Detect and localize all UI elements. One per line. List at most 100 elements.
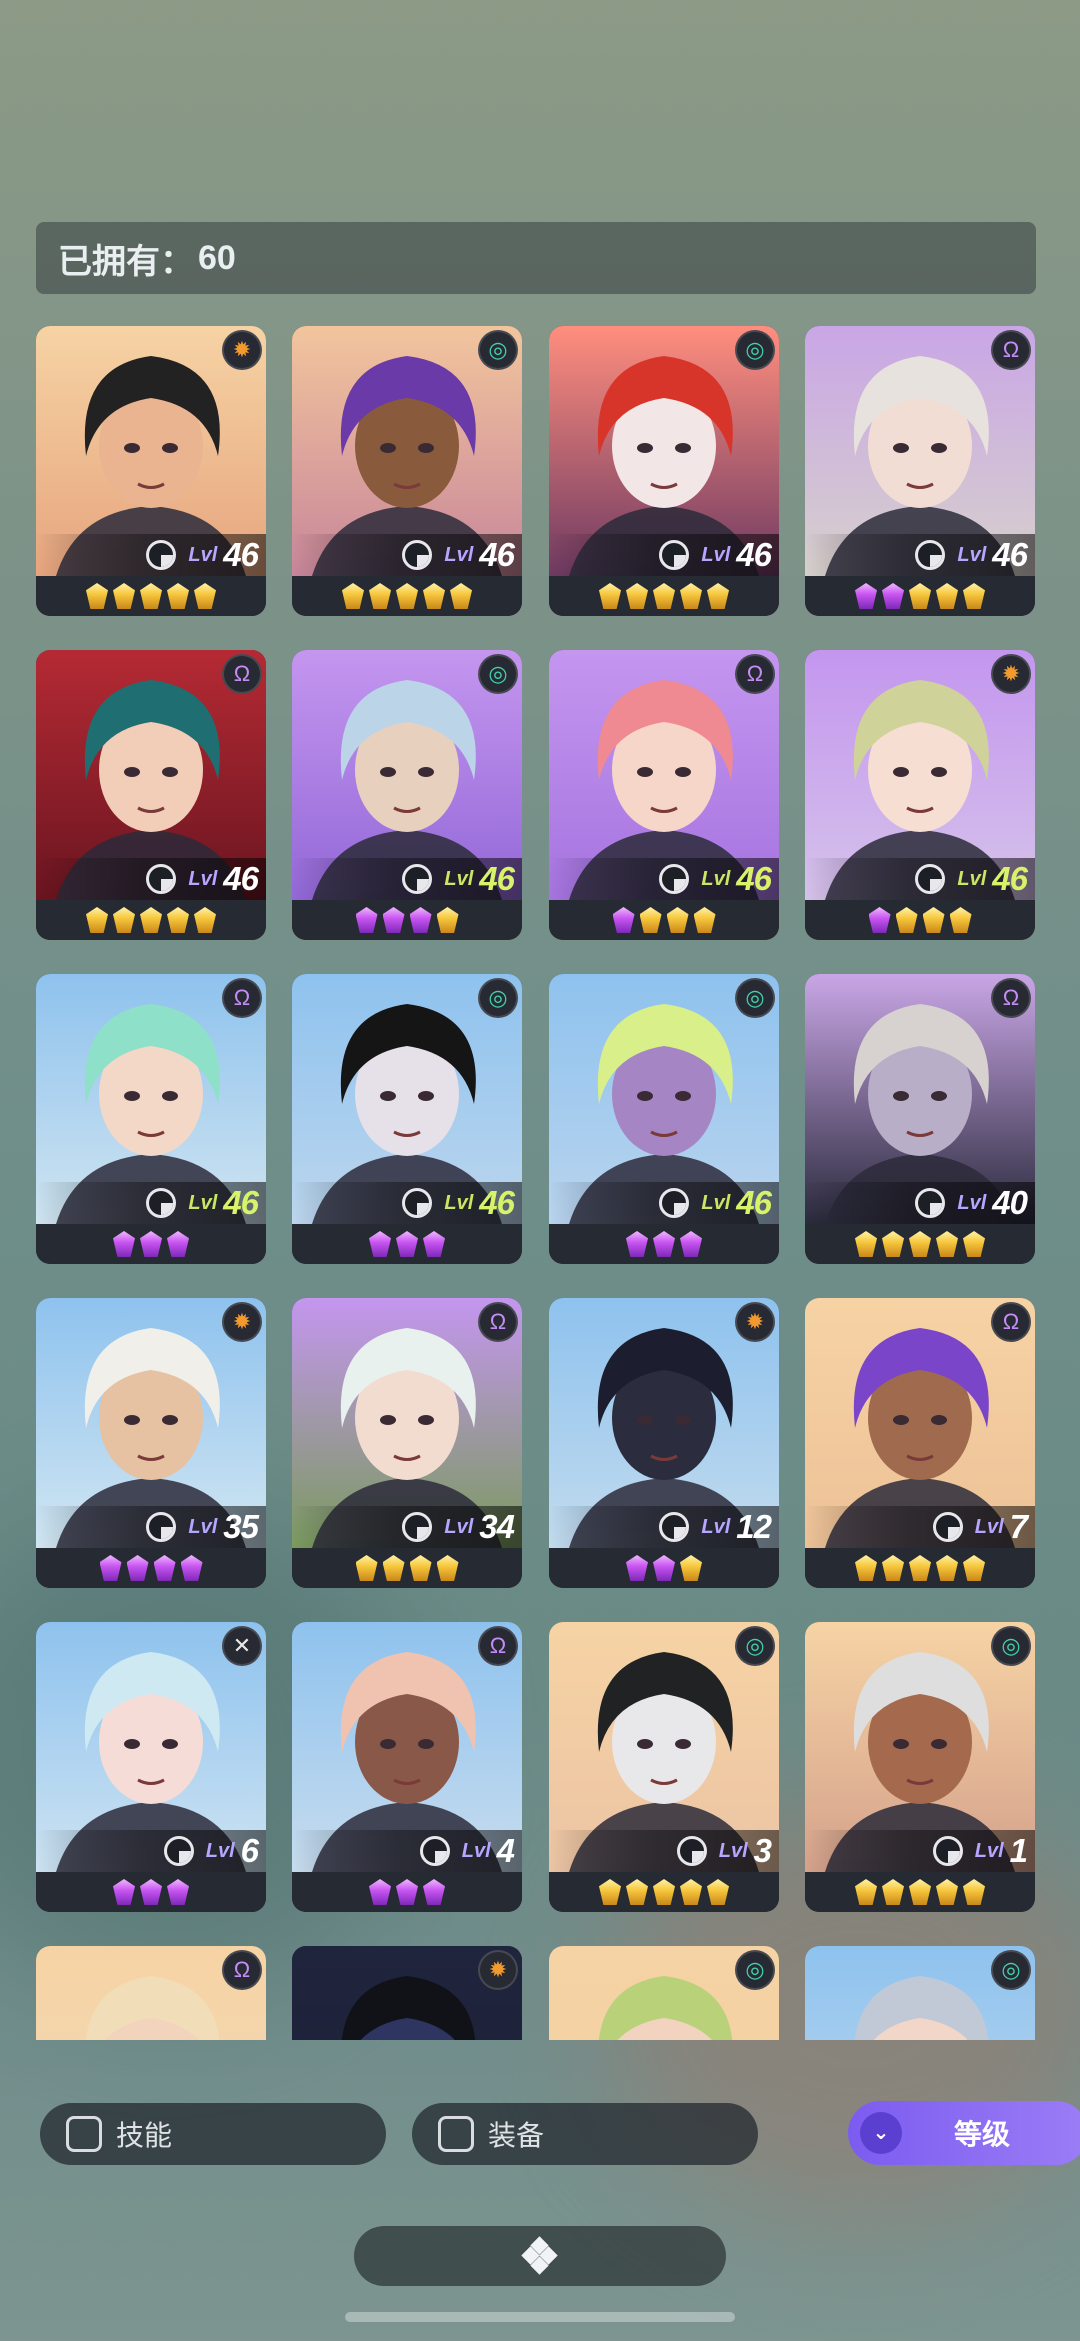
experience-pie-icon	[915, 864, 946, 894]
experience-pie-icon	[659, 1188, 690, 1218]
hero-card[interactable]: ◎ Lvl 46	[549, 974, 779, 1264]
gold-gem-icon	[707, 1879, 729, 1905]
equip-filter-label: 装备	[488, 2120, 545, 2151]
class-cross-icon: ✕	[222, 1626, 262, 1666]
class-sun-icon: ✹	[222, 330, 262, 370]
level-prefix: Lvl	[444, 867, 474, 890]
class-mystic-icon: Ω	[222, 654, 262, 694]
level-prefix: Lvl	[188, 1515, 218, 1538]
star-gem-row	[549, 576, 779, 616]
experience-pie-icon	[932, 1836, 963, 1866]
purple-gem-icon	[126, 1555, 149, 1581]
gold-gem-icon	[436, 1555, 459, 1581]
level-strip: Lvl 46	[549, 858, 779, 900]
star-gem-row	[805, 576, 1035, 616]
level-prefix: Lvl	[188, 1191, 218, 1214]
hero-card[interactable]: Ω Lvl 46	[36, 974, 266, 1264]
purple-gem-icon	[423, 1879, 445, 1905]
level-prefix: Lvl	[444, 1515, 474, 1538]
hero-card[interactable]: Ω Lvl 46	[549, 650, 779, 940]
hero-card[interactable]: Ω Lvl 4	[292, 1622, 522, 1912]
level-prefix: Lvl	[444, 543, 474, 566]
hero-card[interactable]: Ω	[36, 1946, 266, 2040]
experience-pie-icon	[146, 1188, 177, 1218]
level-number: 4	[496, 1832, 515, 1869]
gold-gem-icon	[653, 583, 675, 609]
gold-gem-icon	[369, 583, 391, 609]
hero-card[interactable]: ◎ Lvl 3	[549, 1622, 779, 1912]
star-gem-row	[292, 1872, 522, 1912]
hero-card[interactable]: ◎ Lvl 46	[292, 650, 522, 940]
gold-gem-icon	[436, 907, 459, 933]
hero-card[interactable]: Ω Lvl 46	[36, 650, 266, 940]
class-swirl-icon: ◎	[478, 654, 518, 694]
star-gem-row	[36, 1548, 266, 1588]
sort-by-level-button[interactable]: ⌄ 等级	[848, 2101, 1080, 2165]
purple-gem-icon	[653, 1231, 675, 1257]
level-strip: Lvl 6	[36, 1830, 266, 1872]
gold-gem-icon	[342, 583, 364, 609]
purple-gem-icon	[396, 1231, 418, 1257]
purple-gem-icon	[612, 907, 635, 933]
experience-pie-icon	[659, 864, 690, 894]
gold-gem-icon	[599, 583, 621, 609]
hero-card[interactable]: ◎	[805, 1946, 1035, 2040]
level-number: 46	[992, 536, 1028, 573]
purple-gem-icon	[180, 1555, 203, 1581]
experience-pie-icon	[915, 540, 946, 570]
hero-card[interactable]: ◎ Lvl 46	[292, 974, 522, 1264]
class-sun-icon: ✹	[991, 654, 1031, 694]
skill-checkbox[interactable]	[66, 2116, 102, 2152]
experience-pie-icon	[676, 1836, 707, 1866]
class-sun-icon: ✹	[478, 1950, 518, 1990]
hero-card[interactable]: ✹ Lvl 12	[549, 1298, 779, 1588]
level-strip: Lvl 46	[805, 534, 1035, 576]
skill-filter-label: 技能	[116, 2120, 173, 2151]
hero-card[interactable]: ✕ Lvl 6	[36, 1622, 266, 1912]
experience-pie-icon	[402, 864, 433, 894]
gold-gem-icon	[855, 1555, 877, 1581]
gold-gem-icon	[653, 1879, 675, 1905]
level-strip: Lvl 46	[805, 858, 1035, 900]
level-number: 3	[753, 1832, 772, 1869]
star-gem-row	[36, 900, 266, 940]
star-gem-row	[292, 576, 522, 616]
level-prefix: Lvl	[974, 1839, 1004, 1862]
hero-card[interactable]: ◎ Lvl 1	[805, 1622, 1035, 1912]
hero-card[interactable]: ✹	[292, 1946, 522, 2040]
hero-card[interactable]: Ω Lvl 40	[805, 974, 1035, 1264]
hero-grid[interactable]: ✹ Lvl 46 ◎ Lvl 46 ◎ Lvl 46 Ω Lvl 46 Ω Lvl 46 ◎ Lvl 46 Ω Lvl…	[36, 326, 1036, 2040]
gold-gem-icon	[626, 583, 648, 609]
skill-filter-toggle[interactable]: 技能	[40, 2103, 386, 2165]
equip-checkbox[interactable]	[438, 2116, 474, 2152]
star-gem-row	[805, 1548, 1035, 1588]
collapse-menu-button[interactable]	[354, 2226, 726, 2286]
star-gem-row	[292, 1224, 522, 1264]
gold-gem-icon	[909, 1555, 931, 1581]
hero-card[interactable]: Ω Lvl 46	[805, 326, 1035, 616]
experience-pie-icon	[659, 1512, 690, 1542]
hero-card[interactable]: ✹ Lvl 35	[36, 1298, 266, 1588]
class-sun-icon: ✹	[222, 1302, 262, 1342]
gold-gem-icon	[922, 907, 945, 933]
hero-card[interactable]: ◎ Lvl 46	[549, 326, 779, 616]
level-number: 34	[479, 1508, 515, 1545]
hero-card[interactable]: ◎ Lvl 46	[292, 326, 522, 616]
owned-count-bar: 已拥有： 60	[36, 222, 1036, 294]
level-strip: Lvl 46	[549, 534, 779, 576]
experience-pie-icon	[915, 1188, 946, 1218]
level-strip: Lvl 12	[549, 1506, 779, 1548]
purple-gem-icon	[882, 583, 904, 609]
hero-card[interactable]: Ω Lvl 7	[805, 1298, 1035, 1588]
hero-card[interactable]: ✹ Lvl 46	[805, 650, 1035, 940]
hero-card[interactable]: ◎	[549, 1946, 779, 2040]
level-number: 1	[1009, 1832, 1028, 1869]
purple-gem-icon	[167, 1879, 189, 1905]
star-gem-row	[292, 1548, 522, 1588]
level-prefix: Lvl	[461, 1839, 491, 1862]
experience-pie-icon	[402, 540, 433, 570]
hero-card[interactable]: Ω Lvl 34	[292, 1298, 522, 1588]
equip-filter-toggle[interactable]: 装备	[412, 2103, 758, 2165]
class-swirl-icon: ◎	[735, 978, 775, 1018]
hero-card[interactable]: ✹ Lvl 46	[36, 326, 266, 616]
